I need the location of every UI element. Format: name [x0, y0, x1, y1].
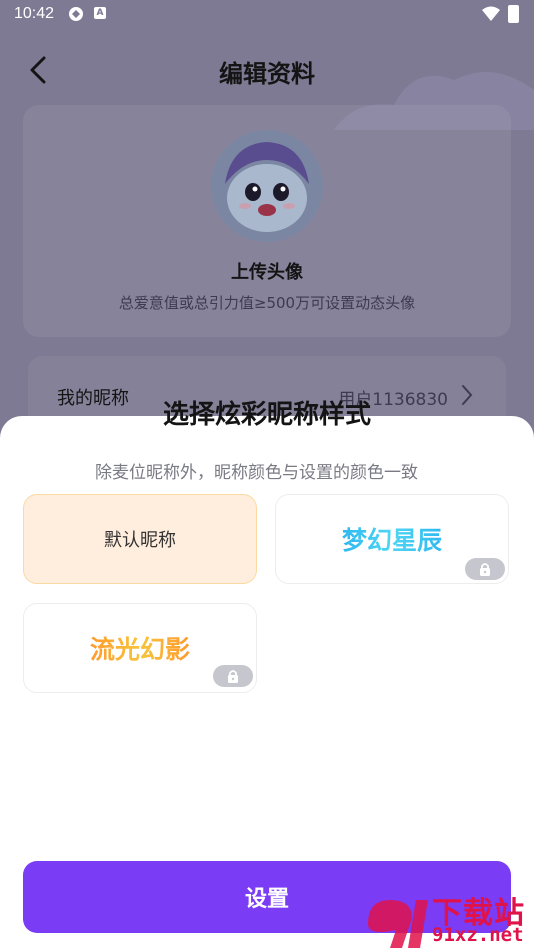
sheet-subtitle: 除麦位昵称外，昵称颜色与设置的颜色一致 [95, 463, 418, 483]
status-bar: 10:42 A [0, 0, 534, 30]
option-label: 梦幻星辰 [342, 521, 442, 557]
status-time: 10:42 [14, 5, 55, 22]
option-label: 流光幻影 [90, 630, 190, 666]
app-notification-icon: A [94, 7, 106, 19]
wifi-icon [482, 6, 500, 21]
option-dream-stars[interactable]: 梦幻星辰 [275, 494, 509, 584]
upload-avatar-label[interactable]: 上传头像 [0, 258, 534, 284]
sync-icon [69, 7, 83, 21]
lock-icon [465, 558, 505, 580]
dynamic-avatar-hint: 总爱意值或总引力值≥500万可设置动态头像 [118, 294, 416, 312]
option-default-nickname[interactable]: 默认昵称 [23, 494, 257, 584]
lock-icon [213, 665, 253, 687]
option-label: 默认昵称 [104, 530, 176, 551]
battery-icon [508, 5, 519, 23]
avatar-mascot-image [211, 130, 323, 242]
avatar[interactable] [211, 130, 323, 242]
watermark-url: 91xz.net [432, 924, 524, 946]
sheet-title: 选择炫彩昵称样式 [162, 400, 371, 430]
option-flowing-light[interactable]: 流光幻影 [23, 603, 257, 693]
